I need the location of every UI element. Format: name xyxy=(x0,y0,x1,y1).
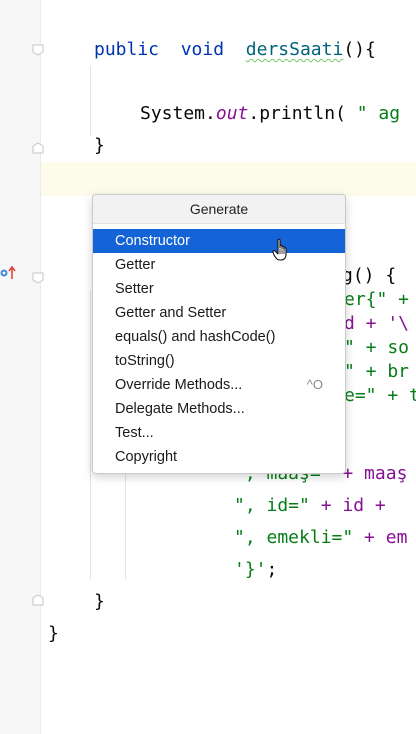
string-literal: " + so xyxy=(344,337,410,358)
menu-item-override-methods[interactable]: Override Methods... ^O xyxy=(93,373,345,397)
code-line: System.out.println( " ag xyxy=(140,102,400,126)
menu-item-label: Delegate Methods... xyxy=(115,401,245,417)
keyword: public xyxy=(94,39,160,60)
hand-pointer-icon xyxy=(272,238,292,262)
menu-item-constructor[interactable]: Constructor xyxy=(93,229,345,253)
generate-menu[interactable]: Constructor Getter Setter Getter and Set… xyxy=(93,229,345,469)
shortcut-hint: ^O xyxy=(306,377,323,392)
code-text: System. xyxy=(140,103,216,124)
code-line: d + '\ xyxy=(344,312,409,336)
code-line: e=" + t xyxy=(344,384,416,408)
editor-gutter xyxy=(0,0,41,734)
code-line: " + so xyxy=(344,336,409,360)
menu-item-label: toString() xyxy=(115,353,175,369)
code-line: ", id=" + id + xyxy=(234,494,386,518)
menu-item-label: Getter xyxy=(115,257,156,273)
field-ref: + em xyxy=(353,527,408,548)
string-literal: ", id=" xyxy=(234,495,310,516)
string-literal: ", emekli=" xyxy=(234,527,354,548)
fold-marker-icon[interactable] xyxy=(32,594,44,606)
menu-item-equals-hashcode[interactable]: equals() and hashCode() xyxy=(93,325,345,349)
code-line: } xyxy=(48,623,59,644)
override-method-icon[interactable] xyxy=(0,265,18,281)
keyword: void xyxy=(180,39,225,60)
fold-marker-icon[interactable] xyxy=(32,44,44,56)
field-ref: d + '\ xyxy=(344,313,410,334)
fold-marker-icon[interactable] xyxy=(32,142,44,154)
code-line: g() { xyxy=(342,265,397,286)
method-name: dersSaati xyxy=(245,39,344,60)
static-field: out xyxy=(215,103,249,124)
menu-item-label: Copyright xyxy=(115,449,178,465)
code-line: " + br xyxy=(344,360,409,384)
fold-marker-icon[interactable] xyxy=(32,272,44,284)
code-line: er{" + xyxy=(344,288,409,312)
code-text: ; xyxy=(266,559,278,580)
menu-item-label: Getter and Setter xyxy=(115,305,227,321)
menu-item-getter-and-setter[interactable]: Getter and Setter xyxy=(93,301,345,325)
menu-item-delegate-methods[interactable]: Delegate Methods... xyxy=(93,397,345,421)
field-ref: + id + xyxy=(309,495,386,516)
indent-guide xyxy=(90,290,91,580)
menu-item-label: Override Methods... xyxy=(115,377,243,393)
menu-item-label: Test... xyxy=(115,425,154,441)
menu-item-tostring[interactable]: toString() xyxy=(93,349,345,373)
string-literal: er{" + xyxy=(344,289,410,310)
code-line: ", emekli=" + em xyxy=(234,526,407,550)
popup-title: Generate xyxy=(93,195,345,224)
code-line: public void dersSaati(){ xyxy=(94,38,376,62)
generate-popup[interactable]: Generate Constructor Getter Setter Gette… xyxy=(92,194,346,474)
string-literal: '}' xyxy=(234,559,267,580)
string-literal: " + br xyxy=(344,361,410,382)
code-line: } xyxy=(94,135,105,156)
string-literal: e=" + t xyxy=(344,385,416,406)
code-text: (){ xyxy=(343,39,376,60)
menu-item-label: Setter xyxy=(115,281,154,297)
menu-item-copyright[interactable]: Copyright xyxy=(93,445,345,469)
code-line: } xyxy=(94,591,105,612)
menu-item-setter[interactable]: Setter xyxy=(93,277,345,301)
code-line: '}'; xyxy=(234,558,277,582)
menu-item-label: equals() and hashCode() xyxy=(115,329,276,345)
menu-item-label: Constructor xyxy=(115,233,190,249)
code-text: .println( xyxy=(248,103,357,124)
menu-item-getter[interactable]: Getter xyxy=(93,253,345,277)
string-literal: " ag xyxy=(356,103,401,124)
current-line-highlight xyxy=(41,162,416,196)
indent-guide xyxy=(90,66,91,136)
indent-guide xyxy=(125,470,126,580)
menu-item-test[interactable]: Test... xyxy=(93,421,345,445)
